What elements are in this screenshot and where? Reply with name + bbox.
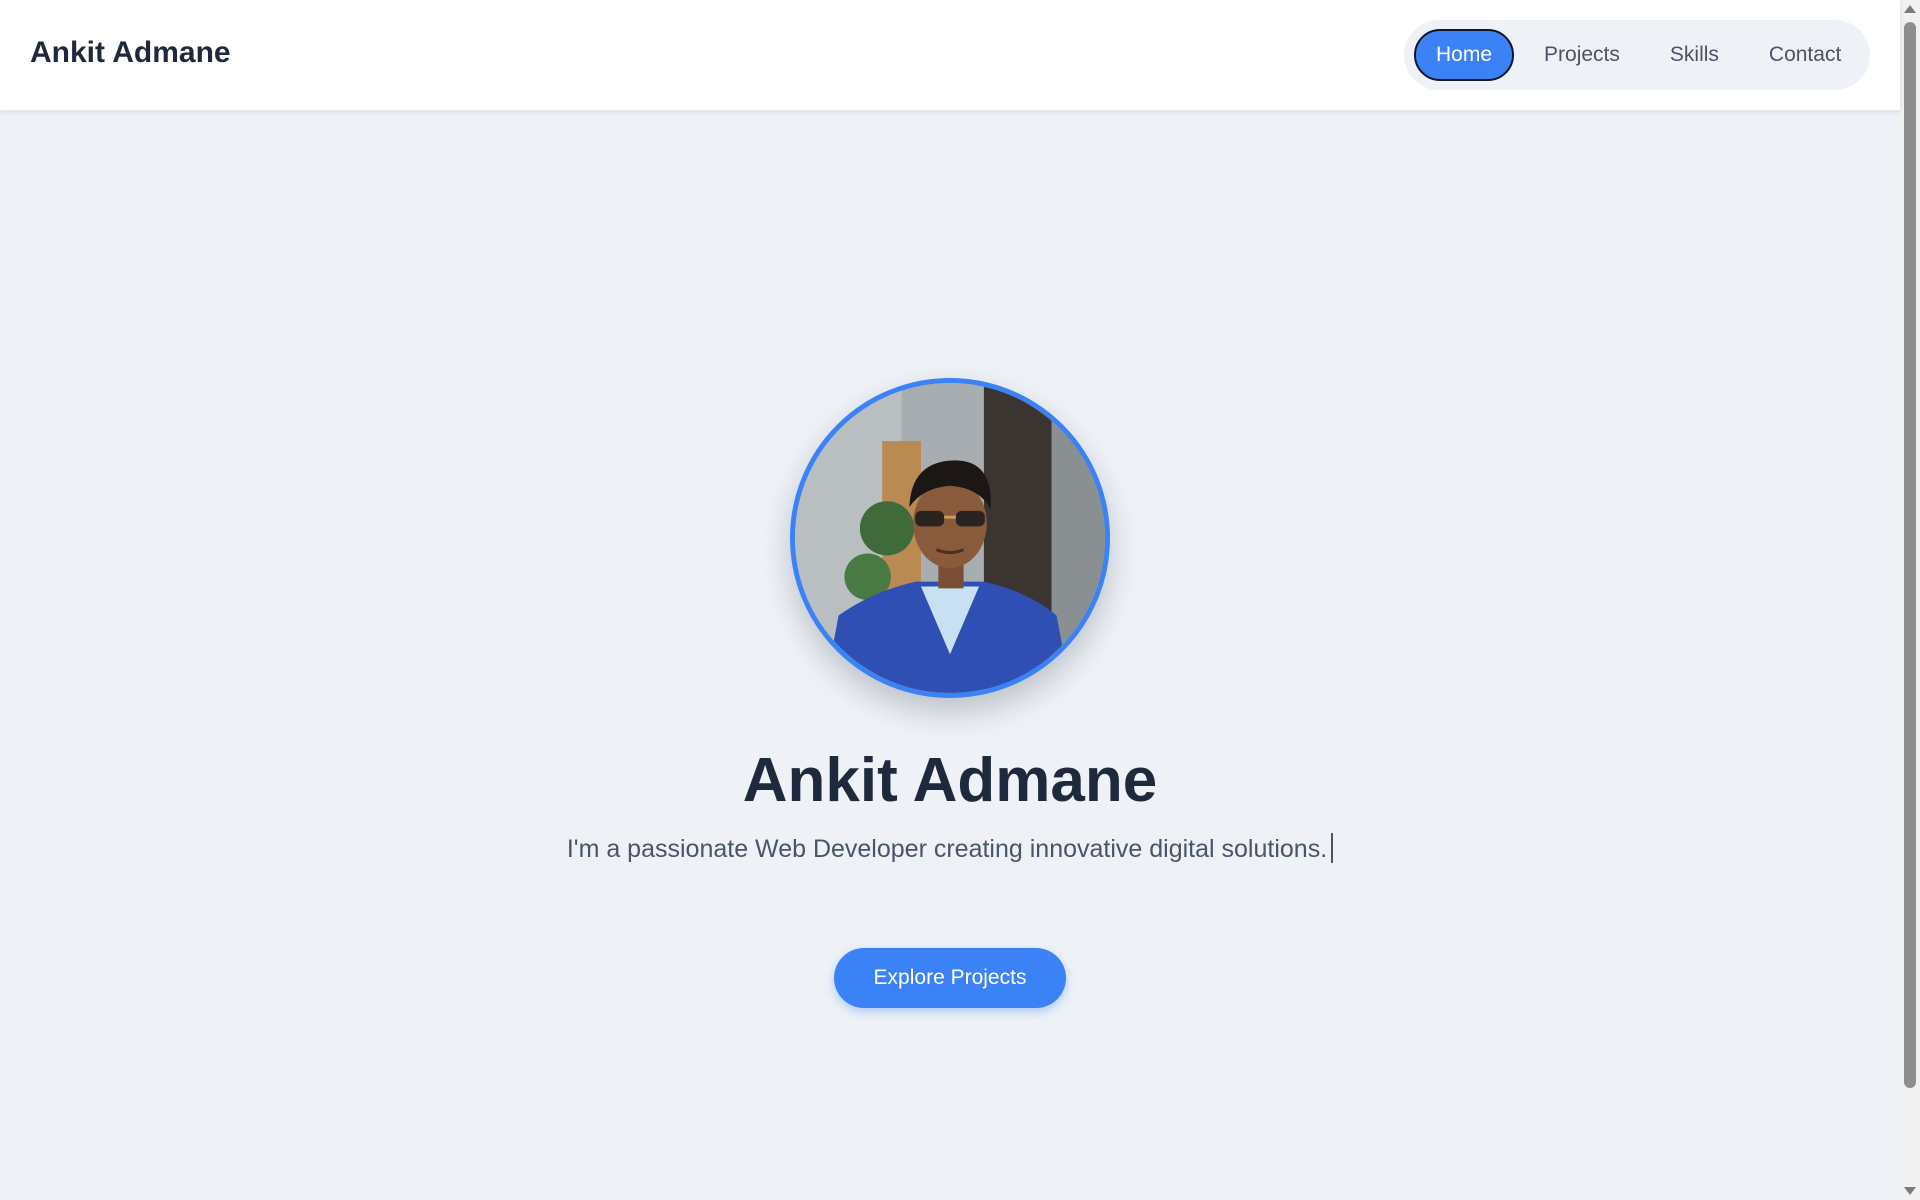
nav-home[interactable]: Home <box>1414 29 1515 81</box>
hero-section: Ankit Admane I'm a passionate Web Develo… <box>0 110 1900 1200</box>
page-scrollbar[interactable] <box>1900 0 1920 1200</box>
hero-subtitle-text: I'm a passionate Web Developer creating … <box>566 835 1328 863</box>
nav-skills[interactable]: Skills <box>1650 29 1739 81</box>
scroll-down-arrow-icon[interactable] <box>1904 1187 1916 1195</box>
main-nav: Home Projects Skills Contact <box>1404 20 1870 90</box>
hero-title: Ankit Admane <box>742 746 1158 815</box>
avatar <box>790 378 1110 698</box>
hero-subtitle: I'm a passionate Web Developer creating … <box>0 833 1900 864</box>
explore-projects-button[interactable]: Explore Projects <box>834 948 1066 1008</box>
scrollbar-thumb[interactable] <box>1904 22 1916 1088</box>
typing-caret <box>1331 833 1334 863</box>
brand-logo[interactable]: Ankit Admane <box>30 36 231 70</box>
nav-projects[interactable]: Projects <box>1524 29 1640 81</box>
profile-photo <box>795 383 1105 693</box>
nav-contact[interactable]: Contact <box>1749 29 1861 81</box>
scroll-up-arrow-icon[interactable] <box>1904 5 1916 13</box>
site-header: Ankit Admane Home Projects Skills Contac… <box>0 0 1900 110</box>
